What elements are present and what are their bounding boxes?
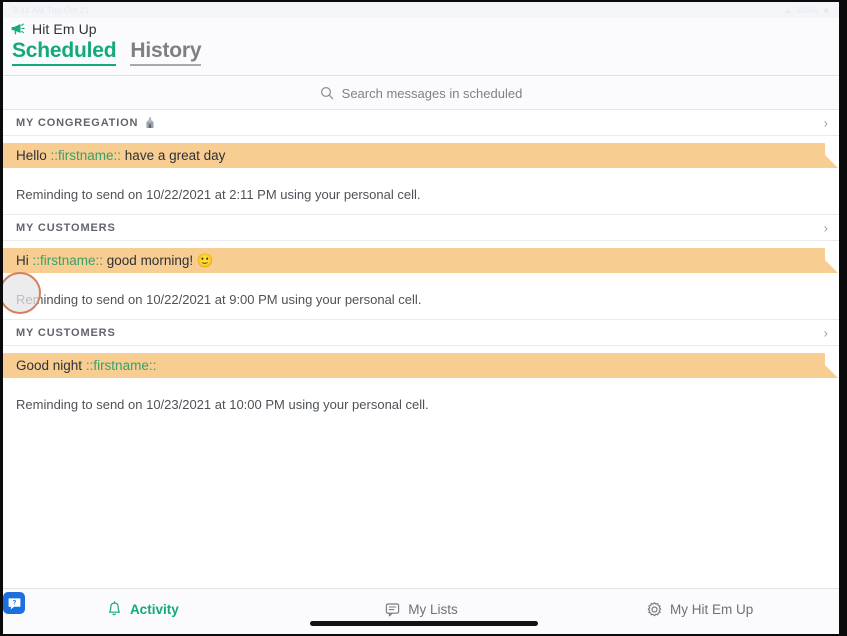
message-token: ::firstname::	[85, 358, 157, 373]
message-bubble[interactable]: Hello ::firstname:: have a great day	[3, 143, 838, 168]
search-bar[interactable]: Search messages in scheduled	[3, 77, 839, 110]
message-bubble-row[interactable]: Hi ::firstname:: good morning! 🙂	[3, 241, 839, 273]
message-text: Hi ::firstname:: good morning! 🙂	[16, 253, 214, 269]
app-screen: 9:41 AM Thu Oct 21 ▴ 100% ■ Hit Em Up Sc…	[0, 0, 847, 636]
tab-my-lists[interactable]: My Lists	[282, 589, 561, 618]
status-bar: 9:41 AM Thu Oct 21 ▴ 100% ■	[3, 2, 839, 18]
reminder-text: Reminding to send on 10/23/2021 at 10:00…	[16, 397, 429, 412]
status-bar-left: 9:41 AM Thu Oct 21	[13, 6, 89, 15]
status-time: 9:41 AM Thu Oct 21	[13, 5, 90, 15]
search-inner: Search messages in scheduled	[320, 86, 523, 101]
scheduled-message-list[interactable]: MY CONGREGATION › Hello ::firstname:: ha…	[3, 110, 839, 588]
chevron-right-icon[interactable]: ›	[824, 326, 828, 339]
chevron-right-icon[interactable]: ›	[824, 116, 828, 129]
status-bar-right: ▴ 100% ■	[786, 6, 829, 15]
svg-text:?: ?	[12, 599, 16, 606]
device-bezel-right	[839, 0, 847, 636]
device-bezel-left	[0, 0, 3, 636]
reminder-text: Reminding to send on 10/22/2021 at 9:00 …	[16, 292, 422, 307]
app-header: Hit Em Up Scheduled History	[3, 18, 839, 76]
tab-scheduled[interactable]: Scheduled	[12, 39, 117, 66]
tab-label: My Hit Em Up	[670, 602, 754, 617]
section-title: MY CONGREGATION	[16, 116, 139, 129]
section-header-my-congregation[interactable]: MY CONGREGATION ›	[3, 110, 839, 136]
wifi-icon: ▴	[785, 5, 791, 15]
message-bubble[interactable]: Good night ::firstname::	[3, 353, 838, 378]
section-title: MY CUSTOMERS	[16, 326, 116, 339]
message-prefix: Hi	[16, 252, 33, 268]
battery-icon: ■	[823, 5, 829, 15]
message-token: ::firstname::	[50, 148, 122, 163]
message-suffix: have a great day	[121, 148, 226, 163]
bottom-tab-bar: Activity My Lists My Hit Em Up	[3, 588, 839, 634]
gear-icon	[647, 602, 662, 617]
tab-label: Activity	[129, 602, 179, 617]
message-bubble-row[interactable]: Good night ::firstname::	[3, 346, 839, 378]
bell-icon	[108, 601, 120, 616]
home-indicator	[309, 621, 538, 626]
tab-activity[interactable]: Activity	[3, 589, 282, 618]
message-text: Good night ::firstname::	[16, 358, 156, 373]
help-bubble-icon: ?	[8, 597, 20, 609]
message-prefix: Hello	[16, 148, 51, 163]
message-token: ::firstname::	[32, 252, 104, 268]
message-bubble-row[interactable]: Hello ::firstname:: have a great day	[3, 136, 839, 168]
reminder-text: Reminding to send on 10/22/2021 at 2:11 …	[16, 187, 421, 202]
section-header-my-customers-1[interactable]: MY CUSTOMERS ›	[3, 215, 839, 241]
header-tabs: Scheduled History	[3, 37, 839, 66]
brand-name: Hit Em Up	[32, 21, 97, 37]
section-title: MY CUSTOMERS	[16, 221, 116, 234]
device-bezel-top	[0, 0, 847, 2]
chat-icon	[386, 603, 400, 617]
megaphone-icon	[11, 23, 25, 35]
message-bubble[interactable]: Hi ::firstname:: good morning! 🙂	[3, 248, 838, 273]
brand-row: Hit Em Up	[3, 18, 839, 37]
search-icon	[320, 86, 333, 100]
message-suffix: good morning! 🙂	[103, 252, 214, 268]
chevron-right-icon[interactable]: ›	[824, 221, 828, 234]
tab-history[interactable]: History	[130, 39, 202, 66]
church-icon	[146, 116, 154, 128]
message-text: Hello ::firstname:: have a great day	[16, 148, 225, 163]
help-button[interactable]: ?	[3, 592, 25, 614]
battery-percent: 100%	[796, 5, 818, 15]
tab-my-hit-em-up[interactable]: My Hit Em Up	[560, 589, 839, 618]
tab-label: My Lists	[408, 602, 458, 617]
search-input[interactable]: Search messages in scheduled	[342, 86, 523, 101]
message-prefix: Good night	[16, 358, 86, 373]
section-header-my-customers-2[interactable]: MY CUSTOMERS ›	[3, 320, 839, 346]
